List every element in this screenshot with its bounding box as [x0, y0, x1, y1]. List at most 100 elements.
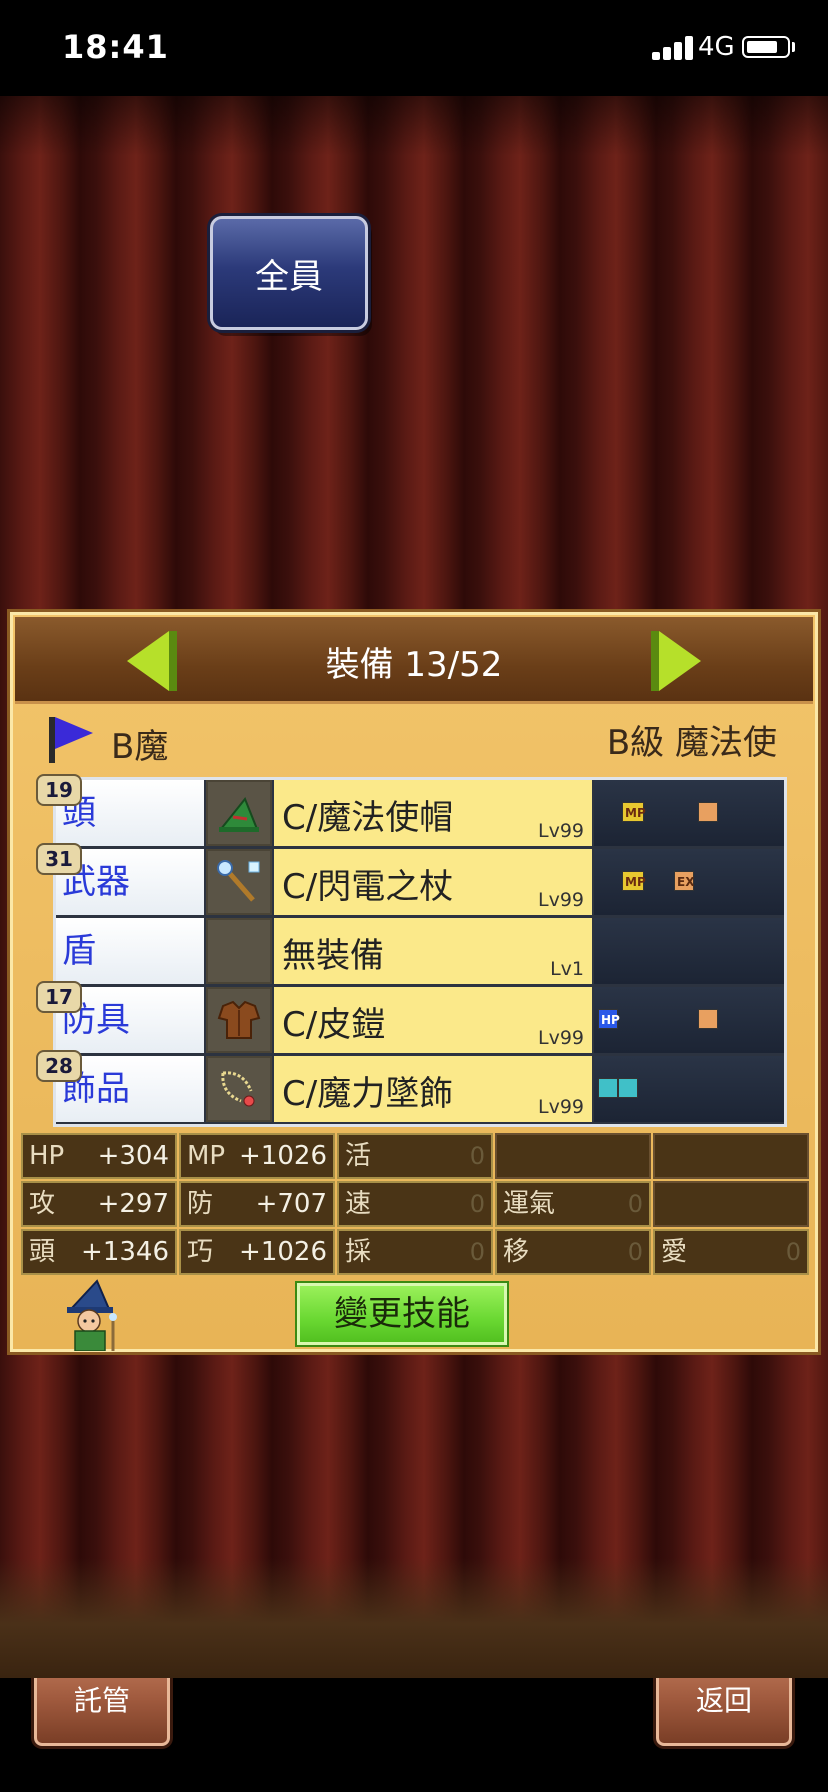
equip-row-accessory[interactable]: 飾品 C/魔力墜飾 Lv99 28 — [36, 1050, 784, 1124]
stat-label: 速 — [345, 1189, 372, 1219]
stat-move: 移0 — [495, 1229, 651, 1275]
item-cell[interactable]: C/閃電之杖 Lv99 — [274, 849, 592, 915]
stat-label: 移 — [503, 1237, 530, 1267]
item-name: 無裝備 — [282, 936, 384, 976]
slot-label: 盾 — [56, 918, 204, 984]
equip-row-weapon[interactable]: 武器 C/閃電之杖 Lv99 MP EX 31 — [36, 843, 784, 917]
item-cell[interactable]: C/皮鎧 Lv99 — [274, 987, 592, 1053]
skill-icon — [698, 802, 718, 822]
item-cell[interactable]: C/魔法使帽 Lv99 — [274, 780, 592, 846]
stat-mp: MP +1026 — [179, 1133, 335, 1179]
equip-row-head[interactable]: 頭 C/魔法使帽 Lv99 MP 19 — [36, 774, 784, 848]
team-flag-icon — [49, 717, 99, 763]
stat-def: 防 +707 — [179, 1181, 335, 1227]
battery-nub — [792, 42, 795, 52]
signal-icon — [652, 36, 696, 60]
skill-cell — [594, 918, 784, 984]
stat-label: 防 — [187, 1189, 214, 1219]
stat-value: +1346 — [81, 1237, 169, 1267]
skill-cell: HP — [594, 987, 784, 1053]
delegate-button[interactable]: 託管 — [34, 1652, 170, 1746]
item-level: Lv99 — [537, 1027, 584, 1049]
stat-hp: HP +304 — [21, 1133, 177, 1179]
item-level: Lv1 — [550, 958, 584, 980]
next-arrow-bar — [651, 631, 659, 691]
equip-row-shield[interactable]: 盾 無裝備 Lv1 — [56, 918, 784, 986]
mp-skill-icon: MP — [622, 871, 646, 891]
item-name: C/魔法使帽 — [282, 798, 454, 838]
item-level: Lv99 — [537, 889, 584, 911]
skill-icon — [598, 1078, 618, 1098]
wizard-hat-icon — [206, 780, 272, 846]
item-name: C/魔力墜飾 — [282, 1074, 454, 1114]
item-cell[interactable]: 無裝備 Lv1 — [274, 918, 592, 984]
stat-label: 頭 — [29, 1237, 56, 1267]
panel-header: 裝備 13/52 — [15, 617, 813, 704]
stat-value: 0 — [469, 1142, 485, 1170]
stat-label: 攻 — [29, 1189, 56, 1219]
stat-skill: 巧 +1026 — [179, 1229, 335, 1275]
stat-vit: 活0 — [337, 1133, 493, 1179]
ex-skill-icon: EX — [674, 871, 694, 891]
all-members-button[interactable]: 全員 — [210, 216, 368, 330]
item-name: C/皮鎧 — [282, 1005, 386, 1045]
mage-character-sprite-icon — [57, 1279, 129, 1352]
stat-value: +707 — [255, 1189, 327, 1219]
item-level: Lv99 — [537, 820, 584, 842]
stat-value: +304 — [97, 1141, 169, 1171]
level-badge: 19 — [36, 774, 82, 806]
item-name: C/閃電之杖 — [282, 867, 454, 907]
leather-armor-icon — [206, 987, 272, 1053]
level-badge: 31 — [36, 843, 82, 875]
battery-icon — [742, 36, 790, 58]
skill-icon — [698, 1009, 718, 1029]
next-arrow-icon[interactable] — [659, 631, 701, 691]
back-button[interactable]: 返回 — [656, 1652, 792, 1746]
stat-label: 巧 — [187, 1237, 214, 1267]
skill-cell — [594, 1056, 784, 1122]
stat-value: +1026 — [239, 1237, 327, 1267]
stat-value: 0 — [469, 1238, 485, 1266]
clock: 18:41 — [62, 28, 169, 66]
item-cell[interactable]: C/魔力墜飾 Lv99 — [274, 1056, 592, 1122]
equip-row-armor[interactable]: 防具 C/皮鎧 Lv99 HP 17 — [36, 981, 784, 1055]
status-bar: 18:41 4G — [0, 0, 828, 96]
stat-empty — [495, 1133, 651, 1179]
stat-head: 頭 +1346 — [21, 1229, 177, 1275]
stat-label: 愛 — [661, 1237, 688, 1267]
mp-skill-icon: MP — [622, 802, 646, 822]
stat-spd: 速0 — [337, 1181, 493, 1227]
empty-slot-icon — [206, 918, 272, 984]
staff-icon — [206, 849, 272, 915]
skill-cell: MP EX — [594, 849, 784, 915]
hp-skill-icon: HP — [598, 1009, 620, 1029]
character-class: B級 魔法使 — [606, 723, 777, 763]
pendant-icon — [206, 1056, 272, 1122]
stat-empty — [653, 1181, 809, 1227]
stat-atk: 攻 +297 — [21, 1181, 177, 1227]
stat-value: 0 — [785, 1238, 801, 1266]
stat-value: 0 — [627, 1190, 643, 1218]
stat-luck: 運氣 0 — [495, 1181, 651, 1227]
curtain-shade — [0, 96, 828, 156]
stat-love: 愛0 — [653, 1229, 809, 1275]
stat-label: HP — [29, 1141, 65, 1171]
level-badge: 28 — [36, 1050, 82, 1082]
item-level: Lv99 — [537, 1096, 584, 1118]
stat-value: +1026 — [239, 1141, 327, 1171]
skill-icon — [618, 1078, 638, 1098]
theater-curtain-background: 全員 裝備 13/52 B魔 B級 魔法使 頭 C/魔法使帽 Lv99 MP 1… — [0, 96, 828, 1746]
level-badge: 17 — [36, 981, 82, 1013]
network-type: 4G — [698, 32, 735, 62]
equipment-table: 頭 C/魔法使帽 Lv99 MP 19 武器 C/閃電之杖 Lv99 MP EX… — [36, 774, 787, 1127]
stats-grid: HP +304 MP +1026 活0 攻 +297 防 +707 速0 運氣 0 頭 +1… — [21, 1133, 813, 1277]
stat-label: MP — [187, 1141, 226, 1171]
stat-empty — [653, 1133, 809, 1179]
change-skill-button[interactable]: 變更技能 — [297, 1283, 507, 1345]
stat-value: 0 — [469, 1190, 485, 1218]
equipment-panel: 裝備 13/52 B魔 B級 魔法使 頭 C/魔法使帽 Lv99 MP 19 武… — [10, 612, 818, 1352]
stat-gather: 採0 — [337, 1229, 493, 1275]
skill-cell: MP — [594, 780, 784, 846]
stat-label: 採 — [345, 1237, 372, 1267]
stat-value: +297 — [97, 1189, 169, 1219]
